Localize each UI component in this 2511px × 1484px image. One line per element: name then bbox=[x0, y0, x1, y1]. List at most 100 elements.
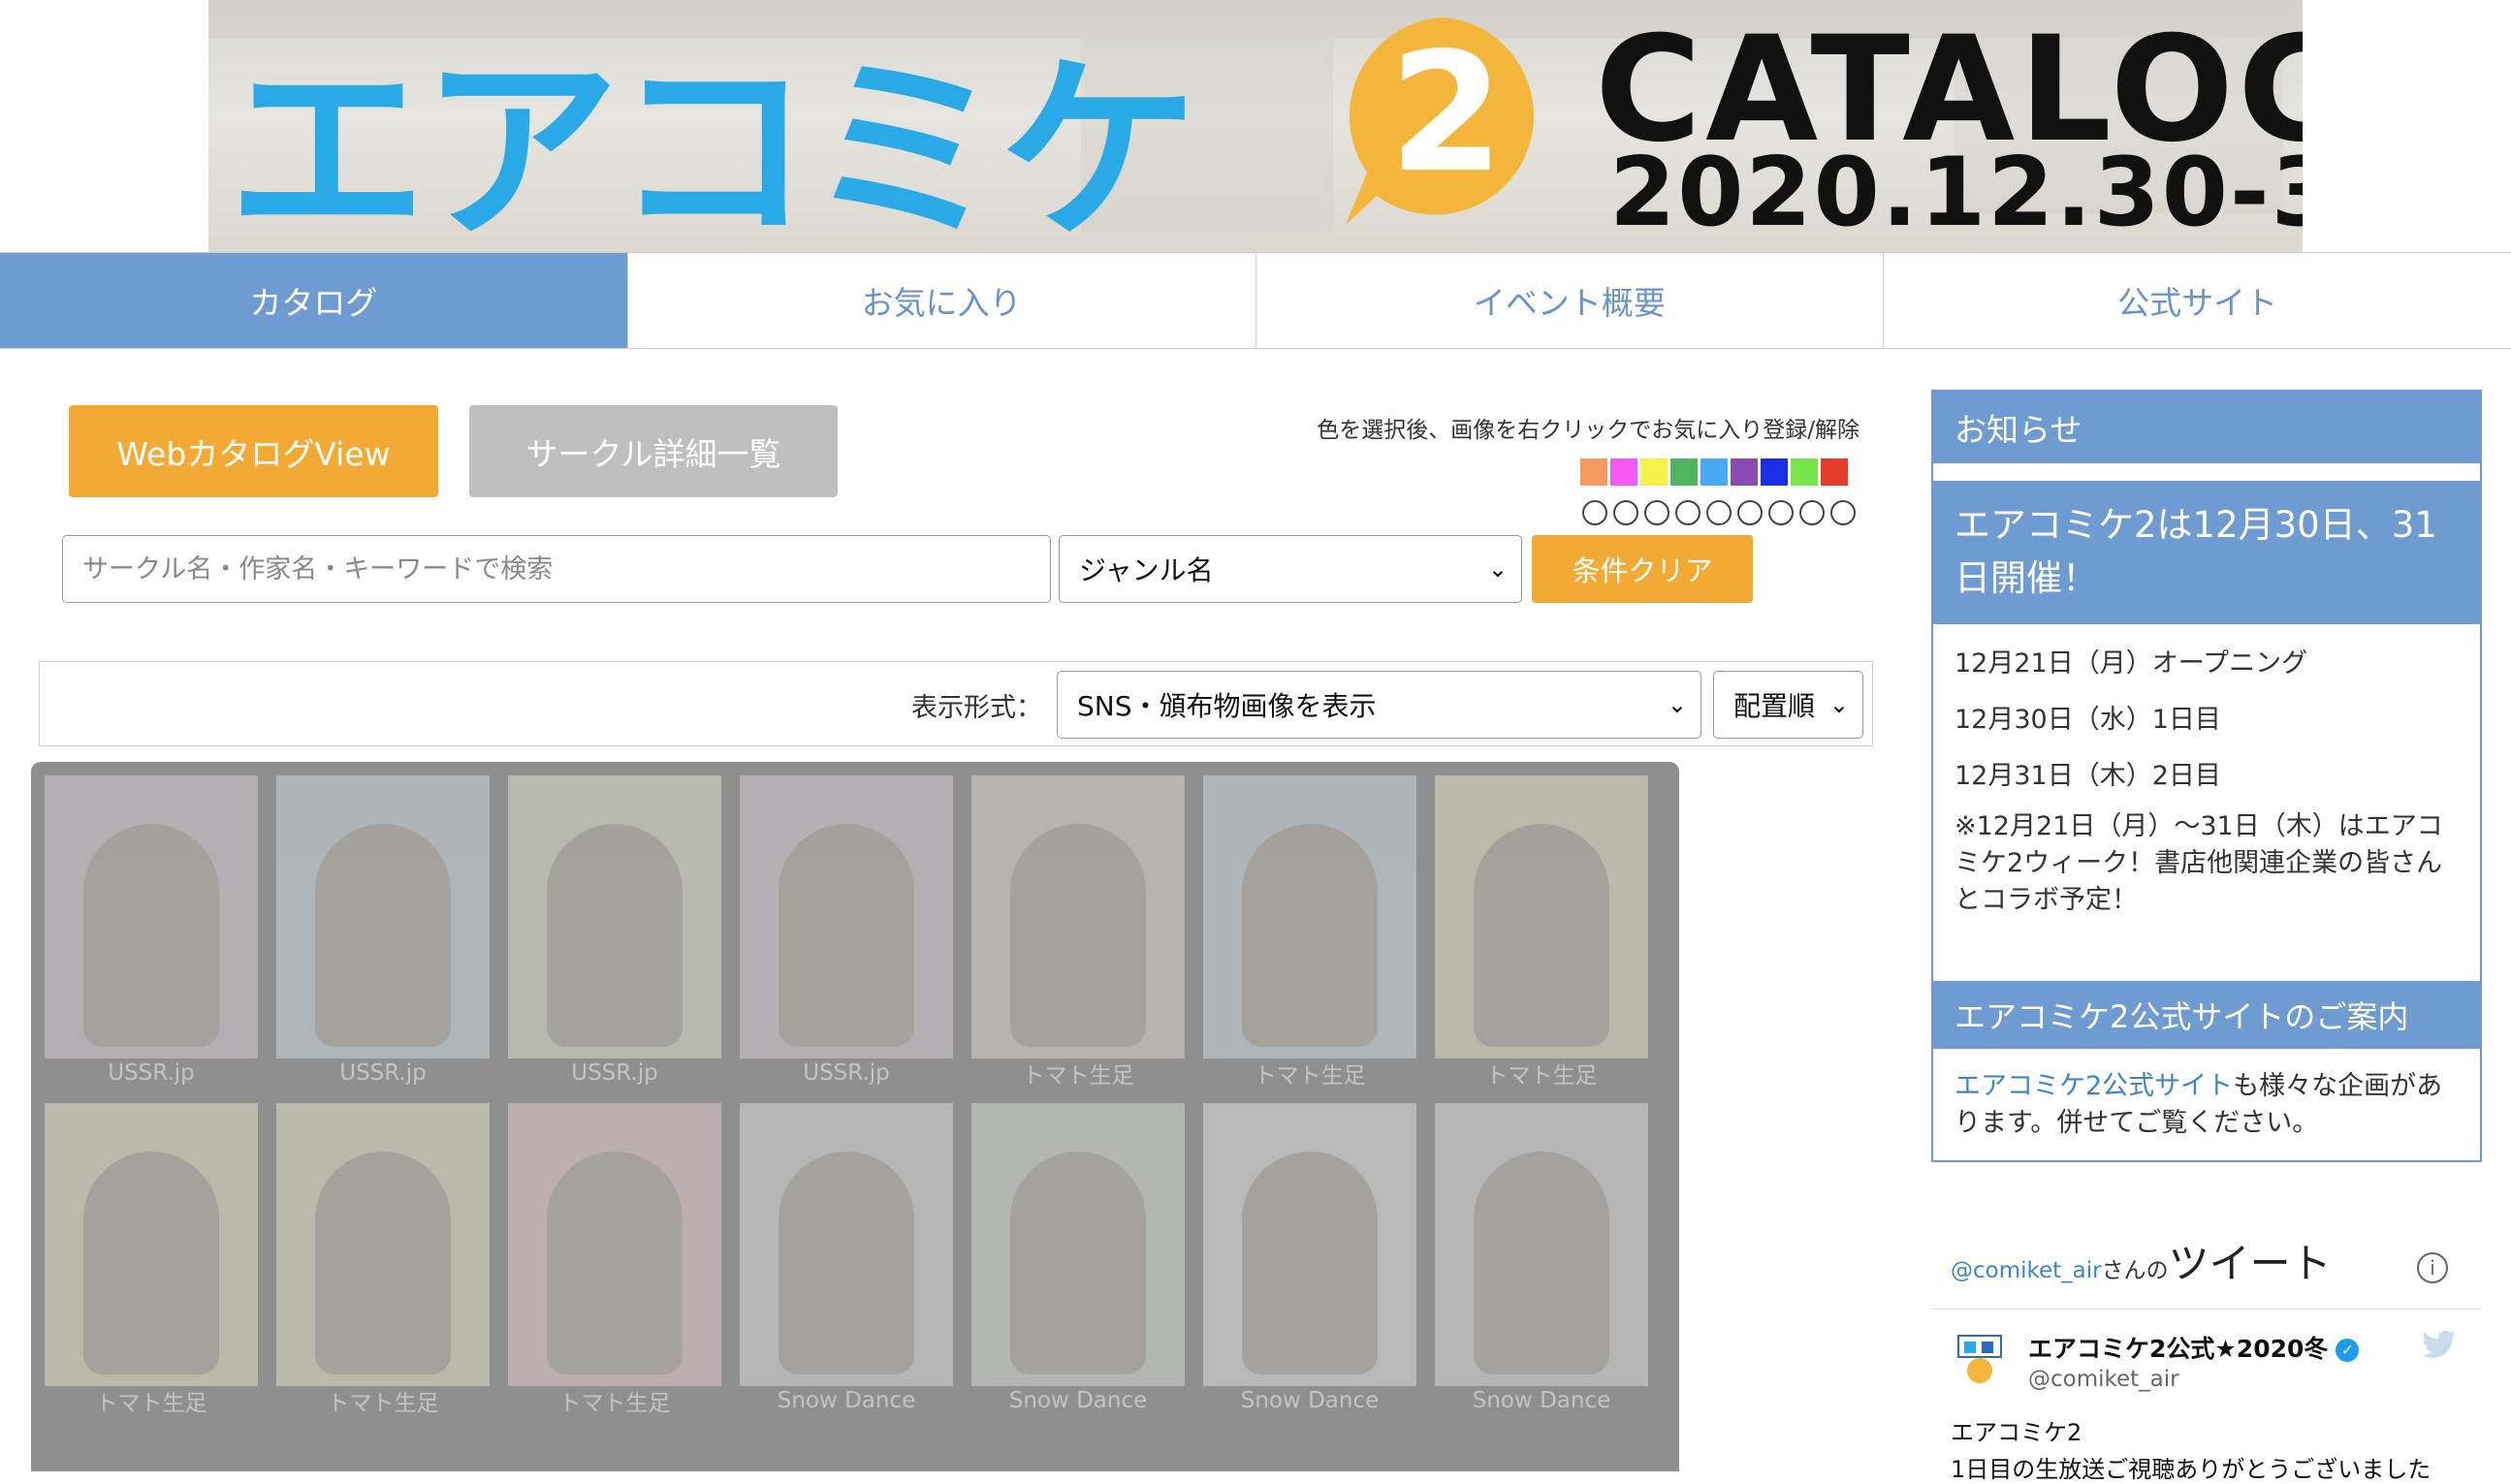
display-format-label: 表示形式： bbox=[911, 693, 1042, 723]
tweet-text-line: エアコミケ2 bbox=[1951, 1419, 2082, 1446]
circle-name-caption: Snow Dance bbox=[1240, 1388, 1380, 1413]
tab-catalog[interactable]: カタログ bbox=[0, 253, 628, 348]
genre-select[interactable]: ジャンル名 ⌄ bbox=[1059, 535, 1522, 603]
circle-cut-figure bbox=[1010, 824, 1146, 1047]
circle-cell[interactable]: トマト生足 bbox=[1197, 770, 1422, 1089]
circle-name-caption: Snow Dance bbox=[777, 1388, 916, 1413]
circle-cut-image[interactable] bbox=[740, 1103, 953, 1386]
svg-text:2: 2 bbox=[1389, 17, 1504, 209]
circle-cell[interactable]: Snow Dance bbox=[966, 1097, 1191, 1417]
favorite-color-radio[interactable] bbox=[1768, 500, 1794, 525]
circle-name-caption: トマト生足 bbox=[1485, 1063, 1598, 1089]
circle-name-caption: トマト生足 bbox=[95, 1391, 207, 1416]
circle-cut-figure bbox=[1010, 1152, 1146, 1374]
circle-cell[interactable]: USSR.jp bbox=[39, 770, 264, 1089]
favorite-color-swatch[interactable] bbox=[1580, 458, 1607, 486]
circle-cell[interactable]: トマト生足 bbox=[1429, 770, 1654, 1089]
favorite-color-swatch[interactable] bbox=[1761, 458, 1788, 486]
tab-event-overview[interactable]: イベント概要 bbox=[1256, 253, 1885, 348]
circle-cut-figure bbox=[547, 1152, 683, 1374]
info-icon[interactable]: i bbox=[2417, 1252, 2448, 1283]
account-avatar[interactable] bbox=[1956, 1334, 2003, 1384]
circle-cell[interactable]: Snow Dance bbox=[1429, 1097, 1654, 1417]
circle-name-caption: トマト生足 bbox=[327, 1391, 439, 1416]
catalog-banner: エアコミケ 2 CATALOG 2020.12.30-31 bbox=[208, 0, 2303, 252]
circle-name-caption: USSR.jp bbox=[108, 1060, 195, 1086]
circle-cell[interactable]: Snow Dance bbox=[1197, 1097, 1422, 1417]
favorite-color-swatch[interactable] bbox=[1700, 458, 1728, 486]
search-input[interactable] bbox=[62, 535, 1051, 603]
circle-image-grid: USSR.jp USSR.jp USSR.jp USSR.jp トマト生足 トマト生足 トマ… bbox=[31, 762, 1679, 1471]
favorite-color-radio[interactable] bbox=[1644, 500, 1669, 525]
favorite-color-radio[interactable] bbox=[1830, 500, 1856, 525]
circle-cut-image[interactable] bbox=[45, 775, 258, 1058]
chevron-down-icon: ⌄ bbox=[1667, 691, 1687, 718]
genre-select-value: ジャンル名 bbox=[1079, 554, 1214, 586]
circle-cut-figure bbox=[1474, 1152, 1609, 1374]
circle-cut-image[interactable] bbox=[1203, 775, 1416, 1058]
circle-cut-image[interactable] bbox=[276, 1103, 490, 1386]
favorite-color-swatch[interactable] bbox=[1791, 458, 1818, 486]
official-site-text: エアコミケ2公式サイトも様々な企画があります。併せてご覧ください。 bbox=[1955, 1068, 2468, 1142]
event-dates: 2020.12.30-31 bbox=[1609, 138, 2303, 248]
news-headline: エアコミケ2は12月30日、31日開催！ bbox=[1933, 481, 2480, 624]
news-schedule-line: 12月31日（木）2日目 bbox=[1955, 761, 2221, 791]
favorite-color-radio[interactable] bbox=[1737, 500, 1763, 525]
event-logo-text: エアコミケ bbox=[228, 37, 1198, 252]
circle-detail-list-button[interactable]: サークル詳細一覧 bbox=[469, 405, 838, 497]
circle-cell[interactable]: トマト生足 bbox=[39, 1097, 264, 1417]
circle-cell[interactable]: トマト生足 bbox=[966, 770, 1191, 1089]
favorite-color-swatch[interactable] bbox=[1640, 458, 1668, 486]
circle-cell[interactable]: Snow Dance bbox=[734, 1097, 959, 1417]
tab-favorites[interactable]: お気に入り bbox=[627, 253, 1256, 348]
twitter-handle-link[interactable]: @comiket_air bbox=[1951, 1258, 2102, 1283]
favorite-color-swatch[interactable] bbox=[1821, 458, 1848, 486]
clear-filters-button[interactable]: 条件クリア bbox=[1532, 535, 1753, 603]
favorite-color-radio[interactable] bbox=[1675, 500, 1700, 525]
favorite-color-radio[interactable] bbox=[1706, 500, 1732, 525]
circle-cut-image[interactable] bbox=[1435, 1103, 1648, 1386]
circle-name-caption: Snow Dance bbox=[1008, 1388, 1148, 1413]
circle-cut-image[interactable] bbox=[971, 1103, 1185, 1386]
circle-cut-figure bbox=[779, 1152, 914, 1374]
circle-cell[interactable]: トマト生足 bbox=[502, 1097, 727, 1417]
tweet-account-name[interactable]: エアコミケ2公式★2020冬 ✓ bbox=[2028, 1330, 2360, 1365]
favorite-color-radio[interactable] bbox=[1799, 500, 1825, 525]
verified-badge-icon: ✓ bbox=[2336, 1339, 2360, 1362]
official-site-link[interactable]: エアコミケ2公式サイト bbox=[1955, 1071, 2233, 1101]
circle-cut-image[interactable] bbox=[508, 775, 721, 1058]
circle-name-caption: トマト生足 bbox=[1254, 1063, 1366, 1089]
circle-name-caption: トマト生足 bbox=[558, 1391, 671, 1416]
circle-cell[interactable]: USSR.jp bbox=[734, 770, 959, 1089]
tweet-account-username[interactable]: @comiket_air bbox=[2028, 1367, 2179, 1392]
circle-cut-image[interactable] bbox=[1435, 775, 1648, 1058]
display-format-select[interactable]: SNS・頒布物画像を表示 ⌄ bbox=[1057, 671, 1701, 739]
favorite-color-swatch[interactable] bbox=[1610, 458, 1637, 486]
favorite-color-swatch[interactable] bbox=[1731, 458, 1758, 486]
news-schedule-line: 12月30日（水）1日目 bbox=[1955, 705, 2221, 735]
circle-cut-image[interactable] bbox=[1203, 1103, 1416, 1386]
circle-cut-figure bbox=[315, 1152, 451, 1374]
sort-order-select[interactable]: 配置順 ⌄ bbox=[1713, 671, 1863, 739]
circle-cut-image[interactable] bbox=[276, 775, 490, 1058]
tab-official-site[interactable]: 公式サイト bbox=[1884, 253, 2511, 348]
circle-cut-image[interactable] bbox=[45, 1103, 258, 1386]
news-title: お知らせ bbox=[1933, 392, 2480, 463]
circle-cut-figure bbox=[1474, 824, 1609, 1047]
circle-cell[interactable]: USSR.jp bbox=[270, 770, 495, 1089]
web-catalog-view-button[interactable]: WebカタログView bbox=[69, 405, 438, 497]
circle-cut-image[interactable] bbox=[508, 1103, 721, 1386]
twitter-bird-icon[interactable] bbox=[2422, 1330, 2457, 1359]
circle-cell[interactable]: トマト生足 bbox=[270, 1097, 495, 1417]
favorite-color-radio[interactable] bbox=[1582, 500, 1607, 525]
circle-cut-image[interactable] bbox=[740, 775, 953, 1058]
circle-cut-figure bbox=[83, 824, 219, 1047]
favorite-color-radio[interactable] bbox=[1613, 500, 1638, 525]
chevron-down-icon: ⌄ bbox=[1828, 691, 1849, 718]
tweet-account-name-text: エアコミケ2公式★2020冬 bbox=[2028, 1335, 2329, 1363]
favorite-color-swatch[interactable] bbox=[1670, 458, 1698, 486]
news-panel: お知らせ エアコミケ2は12月30日、31日開催！ 12月21日（月）オープニン… bbox=[1931, 390, 2482, 1162]
circle-cell[interactable]: USSR.jp bbox=[502, 770, 727, 1089]
official-site-heading: エアコミケ2公式サイトのご案内 bbox=[1933, 981, 2480, 1049]
circle-cut-image[interactable] bbox=[971, 775, 1185, 1058]
